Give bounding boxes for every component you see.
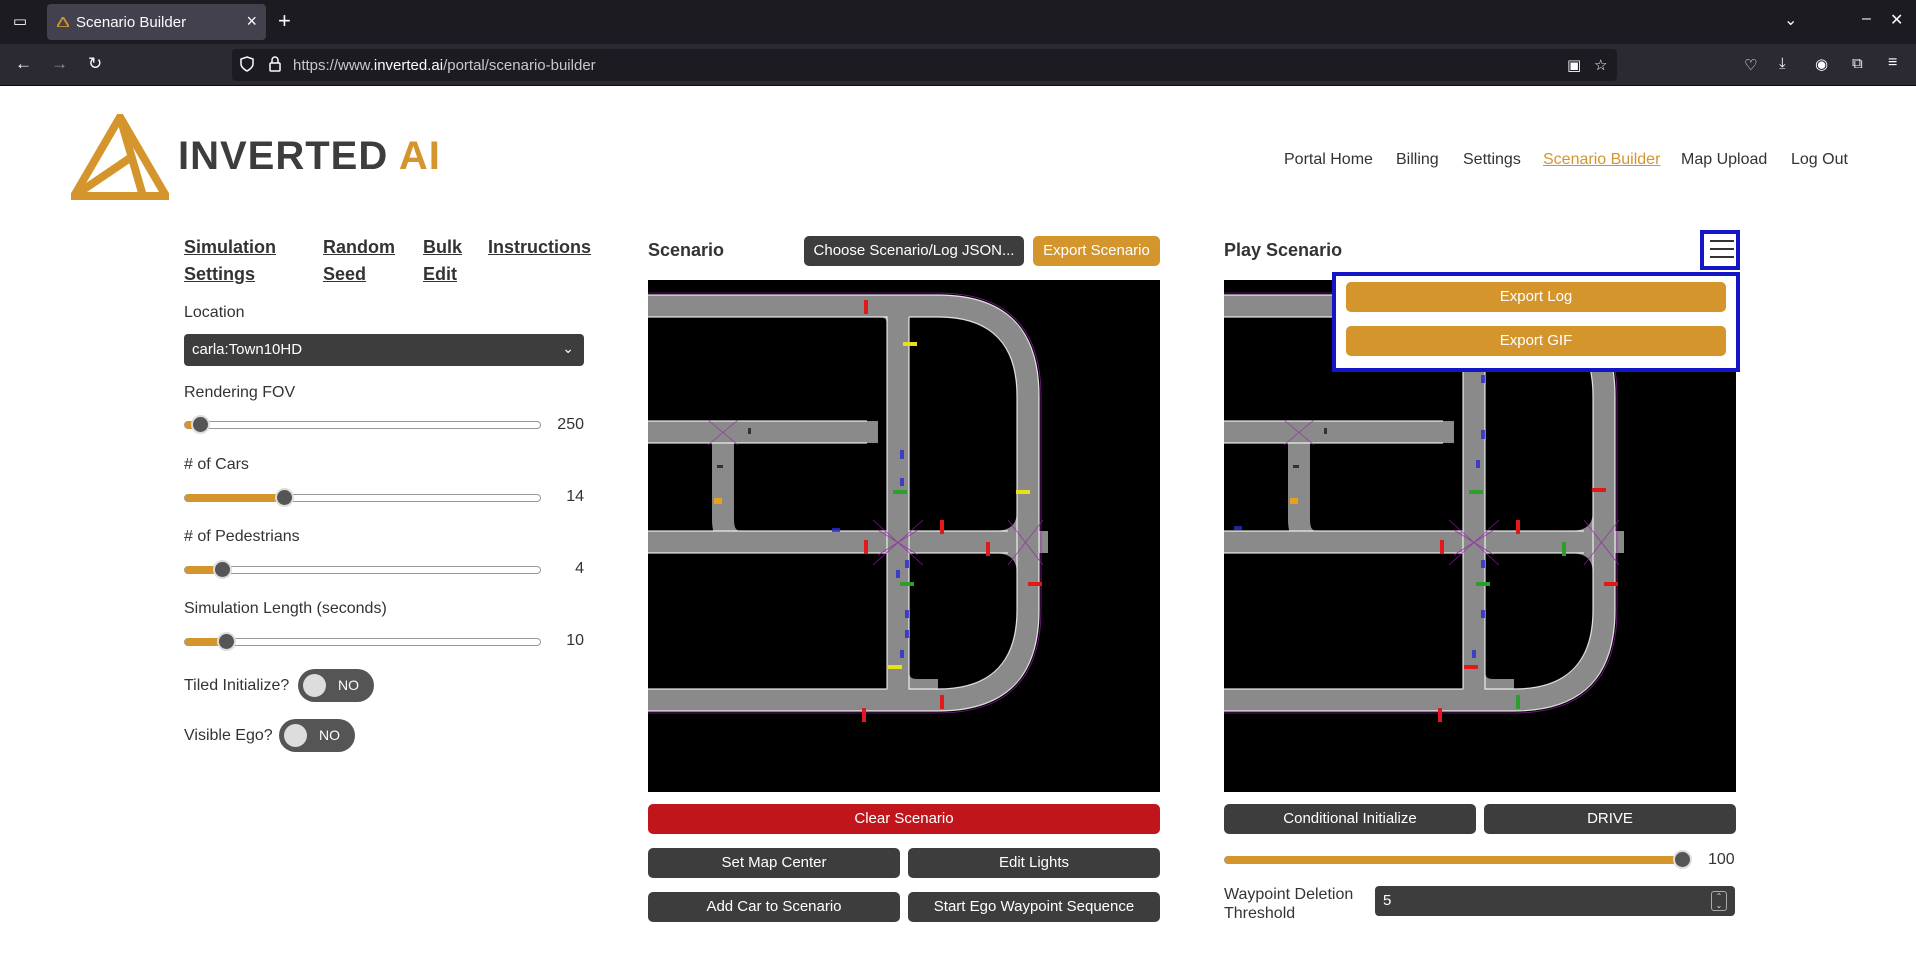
account-icon[interactable]: ◉ [1815,55,1828,73]
forward-icon[interactable]: → [51,54,68,74]
export-scenario-button[interactable]: Export Scenario [1033,236,1160,266]
sim-length-value: 10 [566,632,584,649]
conditional-initialize-button[interactable]: Conditional Initialize [1224,804,1476,834]
location-selected-value: carla:Town10HD [192,341,303,358]
url-text[interactable]: https://www.inverted.ai/portal/scenario-… [293,57,596,74]
scenario-road-map [648,292,1048,722]
url-bar[interactable]: https://www.inverted.ai/portal/scenario-… [232,49,1617,81]
cars-slider-thumb[interactable] [275,488,294,507]
tiled-init-label: Tiled Initialize? [184,677,290,694]
tab-instructions[interactable]: Instructions [488,234,591,261]
nav-scenario-builder[interactable]: Scenario Builder [1543,151,1660,169]
nav-settings[interactable]: Settings [1463,151,1521,169]
playback-slider[interactable] [1224,850,1692,869]
pedestrians-slider-thumb[interactable] [213,560,232,579]
app-menu-icon[interactable]: ≡ [1888,54,1897,72]
fov-label: Rendering FOV [184,384,296,401]
fov-slider[interactable] [184,415,541,434]
export-dropdown-menu: Export Log Export GIF [1332,272,1740,372]
start-ego-waypoint-button[interactable]: Start Ego Waypoint Sequence [908,892,1160,922]
cars-label: # of Cars [184,456,249,473]
tab-bulk-edit[interactable]: Bulk Edit [423,234,462,288]
back-icon[interactable]: ← [15,54,32,74]
tab-title: Scenario Builder [76,14,187,31]
tab-list-icon[interactable]: ▭ [8,10,32,34]
reader-view-icon[interactable]: ▣ [1567,56,1581,74]
peds-label: # of Pedestrians [184,528,300,545]
scenario-title: Scenario [648,240,725,260]
cars-slider[interactable] [184,488,541,507]
scenario-map-canvas[interactable] [648,280,1160,792]
drive-button[interactable]: DRIVE [1484,804,1736,834]
export-log-button[interactable]: Export Log [1346,282,1726,312]
edit-lights-button[interactable]: Edit Lights [908,848,1160,878]
location-select[interactable]: carla:Town10HD ⌄ [184,334,584,366]
chevron-down-icon: ⌄ [562,340,574,356]
fov-value: 250 [557,416,584,433]
pocket-icon[interactable]: ♡ [1744,56,1757,74]
browser-tab-bar: ▭ Scenario Builder × + ⌄ – ✕ [0,0,1916,44]
playback-slider-thumb[interactable] [1673,850,1692,869]
list-all-tabs-icon[interactable]: ⌄ [1784,10,1797,30]
sim-length-slider-thumb[interactable] [217,632,236,651]
number-stepper-icon[interactable]: ⌃ ⌄ [1711,891,1727,911]
inverted-ai-logo-icon[interactable] [71,114,169,200]
fov-slider-thumb[interactable] [191,415,210,434]
location-label: Location [184,304,245,321]
brand-name: INVERTED AI [178,134,441,178]
nav-log-out[interactable]: Log Out [1791,151,1848,169]
site-favicon-icon [57,17,69,27]
sim-length-slider[interactable] [184,632,541,651]
waypoint-deletion-threshold-input[interactable]: 5 ⌃ ⌄ [1375,886,1735,916]
cars-slider-fill [185,494,284,502]
add-car-button[interactable]: Add Car to Scenario [648,892,900,922]
extensions-icon[interactable]: ⧉ [1852,55,1863,72]
tiled-init-toggle[interactable]: NO [298,669,374,702]
tab-close-icon[interactable]: × [246,11,257,32]
waypoint-threshold-value: 5 [1383,892,1392,909]
pedestrians-slider[interactable] [184,560,541,579]
nav-map-upload[interactable]: Map Upload [1681,151,1767,169]
close-window-icon[interactable]: ✕ [1890,10,1903,30]
clear-scenario-button[interactable]: Clear Scenario [648,804,1160,834]
set-map-center-button[interactable]: Set Map Center [648,848,900,878]
play-scenario-title: Play Scenario [1224,240,1343,260]
toggle-knob [303,674,326,697]
lock-icon[interactable] [268,56,282,72]
sim-length-label: Simulation Length (seconds) [184,600,387,617]
reload-icon[interactable]: ↻ [88,54,102,74]
export-gif-button[interactable]: Export GIF [1346,326,1726,356]
waypoint-deletion-label: Waypoint Deletion Threshold [1224,886,1354,922]
peds-value: 4 [575,560,584,577]
cars-value: 14 [566,488,584,505]
new-tab-icon[interactable]: + [278,8,291,34]
tab-simulation-settings[interactable]: Simulation Settings [184,234,276,288]
toggle-state: NO [319,727,340,743]
tab-random-seed[interactable]: Random Seed [323,234,395,288]
visible-ego-toggle[interactable]: NO [279,719,355,752]
nav-billing[interactable]: Billing [1396,151,1439,169]
toggle-knob [284,724,307,747]
bookmark-star-icon[interactable]: ☆ [1594,56,1607,74]
shield-icon[interactable] [240,56,254,72]
browser-nav-bar: ← → ↻ https://www.inverted.ai/portal/sce… [0,44,1916,86]
nav-portal-home[interactable]: Portal Home [1284,151,1373,169]
minimize-icon[interactable]: – [1862,10,1871,28]
toggle-state: NO [338,677,359,693]
playback-slider-fill [1225,856,1683,864]
playback-value: 100 [1708,851,1735,868]
hamburger-menu-icon[interactable] [1700,230,1740,270]
downloads-icon[interactable]: ⤓ [1779,55,1786,72]
visible-ego-label: Visible Ego? [184,727,273,744]
browser-tab-scenario-builder[interactable]: Scenario Builder × [47,4,266,40]
choose-scenario-button[interactable]: Choose Scenario/Log JSON... [804,236,1024,266]
